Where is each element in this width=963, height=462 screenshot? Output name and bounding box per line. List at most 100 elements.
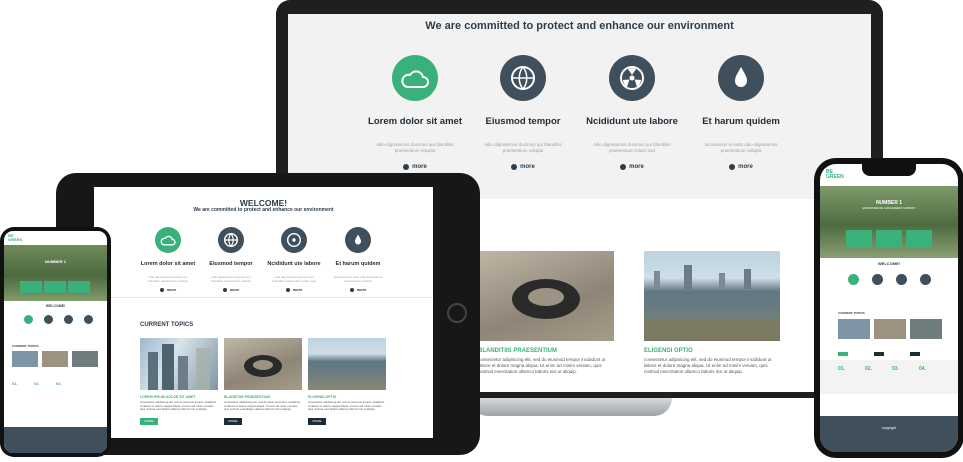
feature-text: odio dignissimos ducimus qui blanditiis … <box>376 142 454 153</box>
radiation-icon[interactable] <box>609 55 655 101</box>
more-link[interactable]: more <box>607 164 657 170</box>
globe-icon[interactable] <box>872 274 883 285</box>
polluted-water-photo <box>72 351 98 367</box>
more-button[interactable] <box>838 352 848 356</box>
tire-photo <box>42 351 68 367</box>
more-link[interactable]: more <box>390 164 440 170</box>
more-link[interactable]: more <box>343 287 373 292</box>
feature-title: Et harum quidem <box>702 116 780 127</box>
divider <box>94 297 433 298</box>
phone-right-screen: BE GREEN NUMBER 1 ENVIRONMENTAL MANAGEMEN… <box>820 164 958 452</box>
more-button[interactable]: MORE <box>140 418 158 425</box>
polluted-water-photo <box>644 251 780 341</box>
tire-photo <box>478 251 614 341</box>
topic-caption: ELIGENDI OPTIO <box>308 395 337 399</box>
logo[interactable]: BE GREEN <box>826 170 844 180</box>
more-button[interactable]: MORE <box>308 418 326 425</box>
arrow-icon <box>403 164 410 170</box>
polluted-water-photo <box>910 319 942 339</box>
radiation-icon[interactable] <box>896 274 907 285</box>
water-drop-icon[interactable] <box>718 55 764 101</box>
feature-text: odio dignissimos ducimus qui blanditiis … <box>272 275 316 283</box>
topic-caption: ELIGENDI OPTIO <box>644 348 693 354</box>
stat: 02. <box>34 381 40 386</box>
more-button[interactable] <box>910 352 920 356</box>
topic-text: consectetur adipisicing elit, sed do eiu… <box>478 357 606 374</box>
globe-icon[interactable] <box>218 227 244 253</box>
phone-notch <box>862 164 916 176</box>
logo[interactable]: BE GREEN <box>8 234 22 242</box>
section-heading: CURRENT TOPICS <box>12 344 39 348</box>
globe-icon[interactable] <box>44 315 53 324</box>
feature-title: Lorem dolor sit amet <box>368 116 462 127</box>
tire-photo <box>224 338 302 390</box>
welcome-title: WELCOME! <box>45 304 66 308</box>
footer <box>4 427 107 453</box>
co2-cloud-icon[interactable] <box>155 227 181 253</box>
feature-text: odio dignissimos ducimus qui blanditiis … <box>484 142 562 153</box>
stat: 01. <box>838 366 845 372</box>
water-drop-icon[interactable] <box>345 227 371 253</box>
phone-left-screen: BE GREEN NUMBER 1 WELCOME! CURRENT TOPICS… <box>4 231 107 453</box>
topic-text: consectetur adipisicing elit, sed do eiu… <box>224 400 301 412</box>
feature-text: odio dignissimos ducimus qui blanditiis … <box>148 275 188 283</box>
tire-photo <box>874 319 906 339</box>
topic-text: consectetur adipisicing elit, sed do eiu… <box>308 400 385 412</box>
city-photo <box>838 319 870 339</box>
more-button[interactable] <box>874 352 884 356</box>
radiation-icon[interactable] <box>64 315 73 324</box>
footer: copyright <box>820 416 958 452</box>
feature-text: odio dignissimos ducimus qui blanditiis … <box>593 142 671 153</box>
polluted-water-photo <box>308 338 386 390</box>
more-link[interactable]: more <box>153 287 183 292</box>
radiation-icon[interactable] <box>281 227 307 253</box>
arrow-icon <box>511 164 518 170</box>
feature-text: accusamus et iusto odio dignissimos prae… <box>704 142 778 153</box>
laptop-tagline: We are committed to protect and enhance … <box>425 20 734 32</box>
stat: 02. <box>865 366 872 372</box>
topic-caption: BLANDITIIS PRAESENTIUM <box>478 348 558 354</box>
topic-caption: LOREM IPSUM DOLOR SIT AMET <box>140 395 196 399</box>
topic-caption: BLANDITIIS PRAESENTIUM <box>224 395 271 399</box>
co2-cloud-icon[interactable] <box>848 274 859 285</box>
welcome-title: WELCOME! <box>877 261 901 266</box>
copyright: copyright <box>881 426 897 430</box>
tablet-screen: WELCOME! We are committed to protect and… <box>94 187 433 438</box>
arrow-icon <box>620 164 627 170</box>
arrow-icon <box>159 287 164 292</box>
banner-subtitle: ENVIRONMENTAL MANAGEMENT COMPANY <box>862 207 916 210</box>
more-link[interactable]: more <box>716 164 766 170</box>
globe-icon[interactable] <box>500 55 546 101</box>
hero-banner: NUMBER 1 <box>4 245 107 301</box>
more-link[interactable]: more <box>216 287 246 292</box>
feature-title: Et harum quidem <box>335 261 381 267</box>
arrow-icon <box>349 287 354 292</box>
tagline: We are committed to protect and enhance … <box>193 207 334 213</box>
section-heading: CURRENT TOPICS <box>838 311 865 315</box>
co2-cloud-icon[interactable] <box>24 315 33 324</box>
more-link[interactable]: more <box>279 287 309 292</box>
feature-title: Ncididunt ute labore <box>267 261 321 267</box>
feature-text: odio dignissimos ducimus qui blanditiis … <box>211 275 251 283</box>
stat: 03. <box>56 381 62 386</box>
arrow-icon <box>222 287 227 292</box>
more-link[interactable]: more <box>498 164 548 170</box>
feature-text: accusamus et iusto odio dignissimos prae… <box>333 275 383 283</box>
co2-cloud-icon[interactable] <box>392 55 438 101</box>
home-button[interactable] <box>447 303 467 323</box>
water-drop-icon[interactable] <box>84 315 93 324</box>
arrow-icon <box>285 287 290 292</box>
stat: 04. <box>919 366 926 372</box>
feature-title: Lorem dolor sit amet <box>140 261 196 267</box>
stat: 03. <box>892 366 899 372</box>
stat: 01. <box>12 381 18 386</box>
banner-title: NUMBER 1 <box>875 200 903 206</box>
topic-text: consectetur adipisicing elit, sed do eiu… <box>140 400 217 412</box>
more-button[interactable]: MORE <box>224 418 242 425</box>
feature-title: Eiusmod tempor <box>485 116 561 127</box>
water-drop-icon[interactable] <box>920 274 931 285</box>
arrow-icon <box>729 164 736 170</box>
feature-title: Eiusmod tempor <box>209 261 253 267</box>
hero-banner: NUMBER 1 ENVIRONMENTAL MANAGEMENT COMPAN… <box>820 186 958 258</box>
city-photo <box>140 338 218 390</box>
